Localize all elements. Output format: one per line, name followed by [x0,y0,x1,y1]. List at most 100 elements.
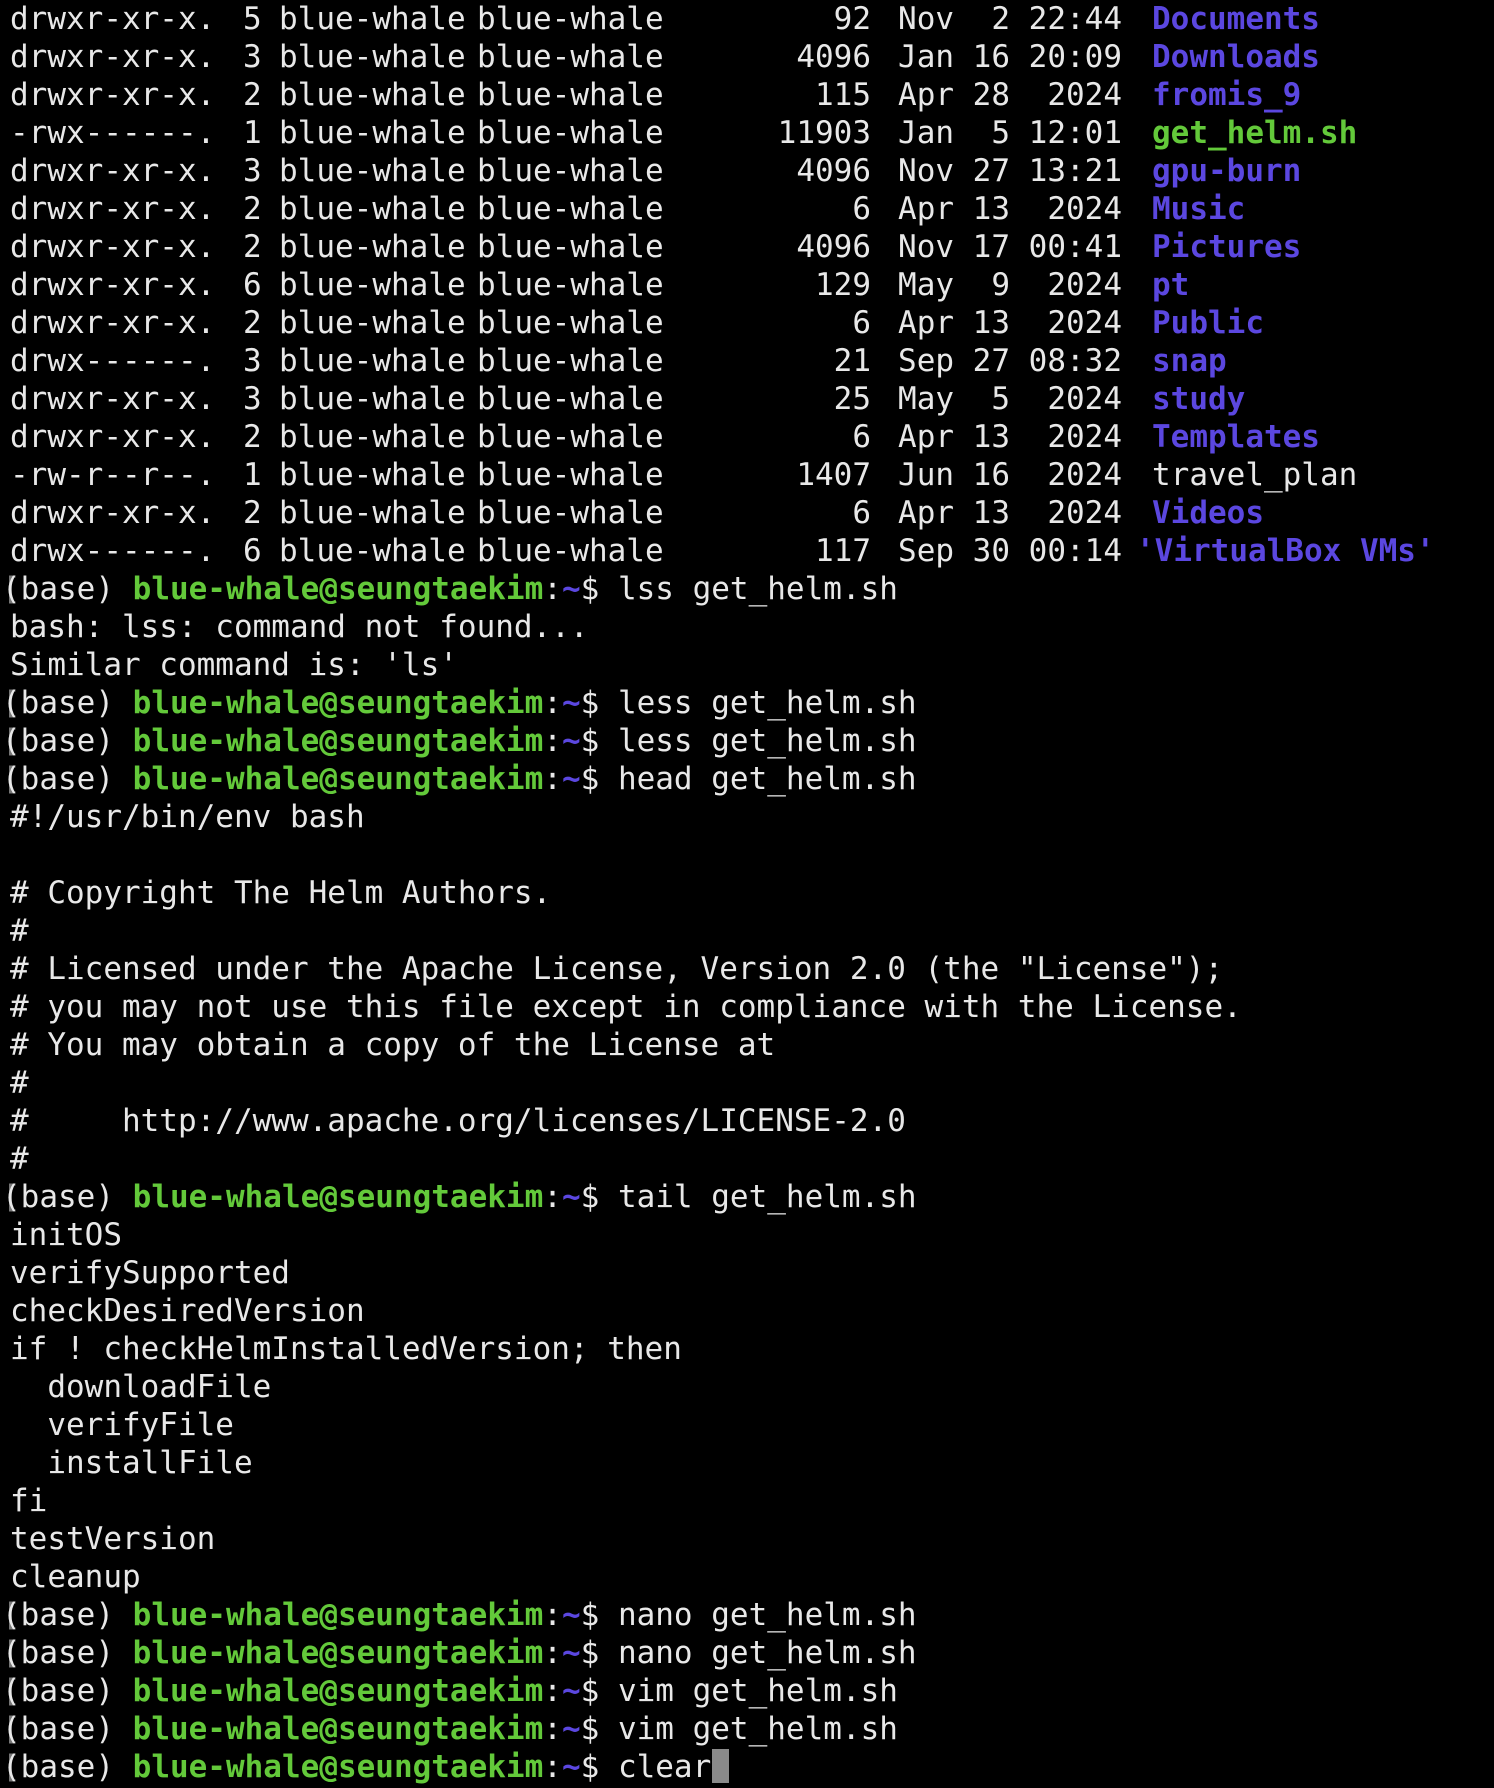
prompt-line: [(base) blue-whale@seungtaekim:~$ tail g… [2,1179,917,1215]
ls-group: blue-whale [477,153,664,189]
ls-group: blue-whale [477,267,664,303]
prompt-path: ~ [561,1635,581,1671]
ls-filename: Documents [1152,1,1320,37]
terminal-window[interactable]: drwxr-xr-x. 5 blue-whale blue-whale 92 Nov 2 … [0,0,1494,1788]
prompt-dollar: $ [580,1711,618,1747]
ls-filename: travel_plan [1152,457,1358,493]
ls-owner: blue-whale [279,115,466,151]
ls-size: 117 [815,533,871,569]
prompt-line: [(base) blue-whale@seungtaekim:~$ less g… [2,685,917,721]
ls-filename: Templates [1152,419,1320,455]
ls-date: Apr 28 2024 [898,77,1122,113]
output-line: installFile [10,1444,1494,1482]
ls-permissions: -rw-r--r--. [10,457,216,493]
ls-size: 6 [852,305,871,341]
prompt-path: ~ [561,685,581,721]
prompt-line: [(base) blue-whale@seungtaekim:~$ nano g… [2,1635,917,1671]
ls-permissions: drwxr-xr-x. [10,1,216,37]
ls-permissions: drwxr-xr-x. [10,495,216,531]
ls-link-count: 3 [243,381,262,417]
ls-owner: blue-whale [279,39,466,75]
ls-link-count: 2 [243,305,262,341]
prompt-user-host: blue-whale@seungtaekim [132,1749,544,1785]
output-text: testVersion [10,1521,216,1557]
prompt-env: (base) [2,1597,133,1633]
ls-size: 11903 [777,115,871,151]
prompt-colon: : [543,1635,562,1671]
ls-link-count: 3 [243,343,262,379]
prompt-path: ~ [561,1673,581,1709]
prompt-dollar: $ [580,1749,618,1785]
output-line: # [10,1064,1494,1102]
output-line: testVersion [10,1520,1494,1558]
ls-size: 115 [815,77,871,113]
command-text: head get_helm.sh [617,761,917,797]
prompt-user-host: blue-whale@seungtaekim [132,761,544,797]
ls-row: drwx------. 6 blue-whale blue-whale 117 Sep 3… [10,532,1494,570]
ls-size: 6 [852,495,871,531]
ls-permissions: -rwx------. [10,115,216,151]
output-text: # [10,913,29,949]
ls-permissions: drwxr-xr-x. [10,419,216,455]
output-text: if ! checkHelmInstalledVersion; then [10,1331,682,1367]
prompt-dollar: $ [580,1179,618,1215]
output-line: initOS [10,1216,1494,1254]
ls-group: blue-whale [477,495,664,531]
prompt-colon: : [543,1179,562,1215]
ls-group: blue-whale [477,533,664,569]
output-text: # Copyright The Helm Authors. [10,875,552,911]
output-text: # [10,1065,29,1101]
prompt-user-host: blue-whale@seungtaekim [132,571,544,607]
ls-row: drwx------. 3 blue-whale blue-whale 21 Sep 27… [10,342,1494,380]
output-text: verifySupported [10,1255,290,1291]
ls-group: blue-whale [477,39,664,75]
ls-filename: gpu-burn [1152,153,1302,189]
ls-filename: get_helm.sh [1152,115,1358,151]
prompt-colon: : [543,1749,562,1785]
output-line: # Licensed under the Apache License, Ver… [10,950,1494,988]
output-line: # [10,912,1494,950]
command-text: less get_helm.sh [617,723,917,759]
ls-owner: blue-whale [279,457,466,493]
ls-date: May 5 2024 [898,381,1122,417]
ls-permissions: drwxr-xr-x. [10,191,216,227]
prompt-env: (base) [2,571,133,607]
ls-permissions: drwxr-xr-x. [10,153,216,189]
command-text: lss get_helm.sh [617,571,898,607]
prompt-env: (base) [2,685,133,721]
prompt-dollar: $ [580,761,618,797]
ls-group: blue-whale [477,191,664,227]
ls-row: drwxr-xr-x. 6 blue-whale blue-whale 129 May 9… [10,266,1494,304]
ls-date: Jan 16 20:09 [898,39,1122,75]
output-text: Similar command is: 'ls' [10,647,458,683]
prompt-line: [(base) blue-whale@seungtaekim:~$ nano g… [2,1597,917,1633]
prompt-line: [(base) blue-whale@seungtaekim:~$ vim ge… [2,1673,898,1709]
output-text: # Licensed under the Apache License, Ver… [10,951,1224,987]
prompt-user-host: blue-whale@seungtaekim [132,1597,544,1633]
prompt-dollar: $ [580,1673,618,1709]
ls-row: drwxr-xr-x. 2 blue-whale blue-whale 4096 Nov … [10,228,1494,266]
prompt-path: ~ [561,571,581,607]
ls-size: 21 [833,343,871,379]
output-line: downloadFile [10,1368,1494,1406]
ls-owner: blue-whale [279,229,466,265]
output-line: verifySupported [10,1254,1494,1292]
command-input[interactable]: clear [618,1749,711,1785]
output-text: downloadFile [10,1369,272,1405]
output-line: checkDesiredVersion [10,1292,1494,1330]
ls-date: Apr 13 2024 [898,191,1122,227]
prompt-colon: : [543,761,562,797]
ls-filename: study [1152,381,1246,417]
prompt-user-host: blue-whale@seungtaekim [132,723,544,759]
ls-group: blue-whale [477,77,664,113]
ls-filename: Music [1152,191,1246,227]
ls-permissions: drwxr-xr-x. [10,39,216,75]
prompt-colon: : [543,1597,562,1633]
ls-group: blue-whale [477,419,664,455]
prompt-dollar: $ [580,1635,618,1671]
ls-date: Jan 5 12:01 [898,115,1122,151]
output-line: cleanup [10,1558,1494,1596]
ls-link-count: 2 [243,419,262,455]
command-text: nano get_helm.sh [617,1597,917,1633]
ls-date: May 9 2024 [898,267,1122,303]
